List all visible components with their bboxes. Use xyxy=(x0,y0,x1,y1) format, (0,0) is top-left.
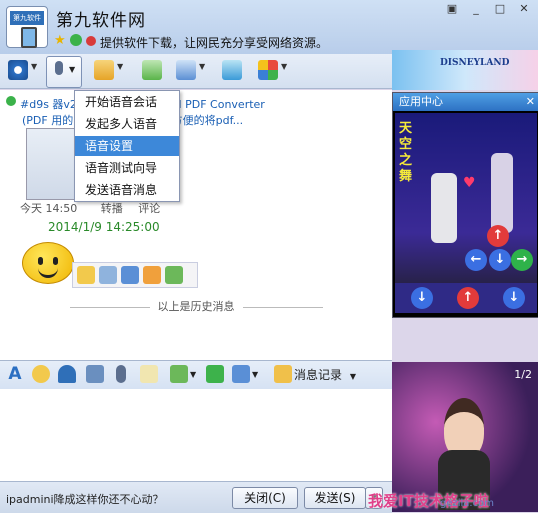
dancer-figure xyxy=(491,153,513,233)
weibo-icon xyxy=(6,96,16,106)
arrow-left-icon: ← xyxy=(465,249,487,271)
bottom-bar: ipadmini降成这样你还不心动？ 关闭(C) 发送(S) ▼ xyxy=(0,481,392,513)
signature: 提供软件下载，让网民充分享受网络资源。 xyxy=(100,36,329,50)
arrow-right-icon: → xyxy=(511,249,533,271)
emoticon-actions xyxy=(72,262,198,288)
input-toolbar: A ▼ ▼ 消息记录 ▼ xyxy=(0,360,392,390)
game-arrow-bar: ↓ ↑ ↓ xyxy=(395,283,537,313)
font-icon[interactable]: A xyxy=(6,365,24,383)
chevron-down-icon[interactable]: ▼ xyxy=(31,62,37,71)
microphone-icon xyxy=(55,61,63,75)
chevron-down-icon: ▼ xyxy=(69,65,76,74)
menu-item-send-voice-message[interactable]: 发送语音消息 xyxy=(75,180,179,200)
arrow-up-icon: ↑ xyxy=(457,287,479,309)
chevron-down-icon[interactable]: ▼ xyxy=(117,62,123,71)
magic-icon[interactable] xyxy=(58,365,76,383)
chevron-down-icon[interactable]: ▼ xyxy=(190,370,196,379)
chat-history[interactable]: #d9s 器v2.1.257中文版】Total PDF Converter (P… xyxy=(0,90,392,360)
close-button[interactable]: 关闭(C) xyxy=(232,487,298,509)
arrow-down-icon: ↓ xyxy=(489,249,511,271)
phone-icon xyxy=(21,27,37,48)
heart-icon: ♥ xyxy=(463,175,476,191)
maximize-icon[interactable]: □ xyxy=(492,2,508,16)
history-label: 以上是历史消息 xyxy=(157,300,235,313)
arrow-up-icon: ↑ xyxy=(487,225,509,247)
title-header: 第九软件网 第九软件网 ★ 提供软件下载，让网民充分享受网络资源。 ▣ _ □ … xyxy=(0,0,538,54)
window-controls: ▣ _ □ ✕ xyxy=(444,2,532,16)
save-icon[interactable] xyxy=(99,266,117,284)
weibo-icon xyxy=(86,36,96,46)
message-timestamp: 2014/1/9 14:25:00 xyxy=(48,220,160,234)
chevron-down-icon[interactable]: ▼ xyxy=(199,62,205,71)
image-icon[interactable] xyxy=(170,365,188,383)
main-toolbar: ▼ ▼ ▼ ▼ ▼ xyxy=(0,54,392,89)
shared-thumbnail[interactable] xyxy=(26,128,80,200)
add-emoticon-icon[interactable] xyxy=(77,266,95,284)
message-history-label: 消息记录 xyxy=(294,368,343,382)
menu-item-multi-voice[interactable]: 发起多人语音 xyxy=(75,114,179,134)
voice-message-icon[interactable] xyxy=(116,365,126,383)
chevron-down-icon[interactable]: ▼ xyxy=(281,62,287,71)
file-transfer-icon[interactable] xyxy=(94,60,114,80)
ad-banner-logo: DISNEYLAND xyxy=(440,58,510,68)
history-divider: 以上是历史消息 xyxy=(0,298,392,314)
screenshot-icon[interactable] xyxy=(232,365,250,383)
ad-banner[interactable]: DISNEYLAND xyxy=(392,50,538,90)
app-center-title: 应用中心 xyxy=(399,95,443,108)
voice-menu: 开始语音会话 发起多人语音 语音设置 语音测试向导 发送语音消息 xyxy=(74,90,180,202)
close-icon[interactable]: ✕ xyxy=(516,2,532,16)
history-icon[interactable] xyxy=(274,365,292,383)
game-ad[interactable]: 天空之舞 ♥ ↑ ← ↓ → ↓ ↑ ↓ xyxy=(395,113,537,313)
apps-icon[interactable] xyxy=(258,60,278,80)
game-title: 天空之舞 xyxy=(399,121,413,184)
eye xyxy=(53,257,58,265)
minimize-icon[interactable]: _ xyxy=(468,2,484,16)
group-chat-icon[interactable] xyxy=(142,60,162,80)
music-icon[interactable] xyxy=(206,365,224,383)
remote-desktop-icon[interactable] xyxy=(176,60,196,80)
film-icon[interactable] xyxy=(86,365,104,383)
contact-name: 第九软件网 xyxy=(56,11,146,31)
message-input[interactable] xyxy=(0,389,392,481)
chevron-down-icon: ▼ xyxy=(349,372,356,381)
menu-item-voice-settings[interactable]: 语音设置 xyxy=(75,136,179,156)
avatar-figure-head xyxy=(444,398,484,458)
close-icon[interactable]: ✕ xyxy=(526,93,535,111)
favorite-icon[interactable] xyxy=(143,266,161,284)
chevron-down-icon[interactable]: ▼ xyxy=(252,370,258,379)
send-label: 发送(S) xyxy=(314,491,356,505)
menu-item-start-voice[interactable]: 开始语音会话 xyxy=(75,92,179,112)
star-icon: ★ xyxy=(54,33,66,48)
page-indicator: 1/2 xyxy=(514,368,532,381)
post-time: 今天 14:50 xyxy=(20,202,78,215)
app-center-header: 应用中心 ✕ xyxy=(393,93,538,111)
smiley-emoticon-icon xyxy=(22,242,74,284)
message-history-button[interactable]: 消息记录 ▼ xyxy=(294,366,356,383)
emoticon-icon[interactable] xyxy=(32,365,50,383)
voice-call-button[interactable]: ▼ xyxy=(46,56,82,88)
screen-icon[interactable] xyxy=(121,266,139,284)
avatar-text: 第九软件网 xyxy=(10,11,44,36)
watermark-url: gezila.com xyxy=(440,498,494,509)
app-center-panel[interactable]: 应用中心 ✕ 天空之舞 ♥ ↑ ← ↓ → ↓ ↑ ↓ xyxy=(392,92,538,318)
ad-text-link[interactable]: ipadmini降成这样你还不心动？ xyxy=(6,491,164,507)
arrow-down-icon: ↓ xyxy=(411,287,433,309)
mouth xyxy=(38,267,58,278)
avatar[interactable]: 第九软件网 xyxy=(6,6,48,48)
video-call-icon[interactable] xyxy=(8,60,28,80)
comment-link[interactable]: 评论 xyxy=(138,202,160,215)
forward-link[interactable]: 转播 xyxy=(101,202,123,215)
menu-item-voice-test[interactable]: 语音测试向导 xyxy=(75,158,179,178)
dancer-figure xyxy=(431,173,457,243)
post-meta: 今天 14:50 转播 评论 xyxy=(20,200,160,216)
status-icon xyxy=(70,34,82,46)
send-button[interactable]: 发送(S) xyxy=(304,487,366,509)
image-icon[interactable] xyxy=(165,266,183,284)
note-icon[interactable] xyxy=(140,365,158,383)
share-screen-icon[interactable] xyxy=(222,60,242,80)
arrow-down-icon: ↓ xyxy=(503,287,525,309)
eye xyxy=(38,257,43,265)
skin-icon[interactable]: ▣ xyxy=(444,2,460,16)
